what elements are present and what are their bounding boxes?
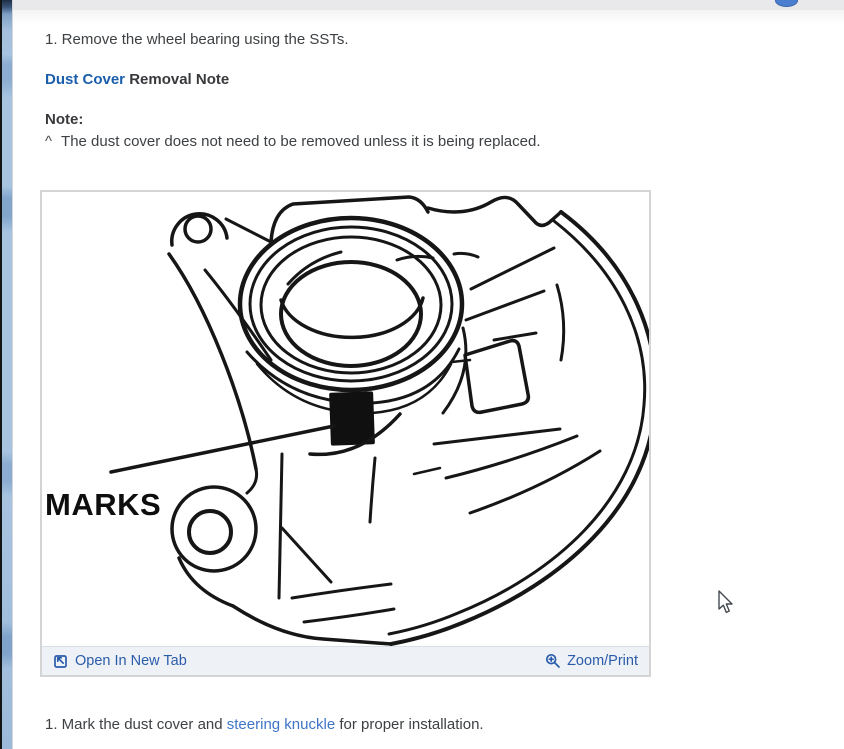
dust-cover-link[interactable]: Dust Cover	[45, 71, 125, 88]
zoom-print-label: Zoom/Print	[567, 652, 638, 669]
step-mark-text-before: 1. Mark the dust cover and	[45, 716, 227, 733]
content-left-divider	[12, 0, 13, 749]
step-remove-bearing: 1. Remove the wheel bearing using the SS…	[45, 31, 349, 48]
repair-manual-page: 1. Remove the wheel bearing using the SS…	[0, 0, 844, 749]
step-mark-text-after: for proper installation.	[335, 716, 484, 733]
section-heading: Dust Cover Removal Note	[45, 71, 805, 88]
magnifier-plus-icon	[546, 653, 560, 668]
figure-footer-bar: Open In New Tab Zoom/Print	[42, 646, 649, 675]
open-in-new-tab-button[interactable]: Open In New Tab	[53, 653, 187, 670]
steering-knuckle-link[interactable]: steering knuckle	[227, 716, 335, 733]
window-left-edge	[0, 0, 12, 749]
marks-leader-line	[109, 424, 336, 474]
note-label: Note:	[45, 111, 84, 128]
article-body: 1. Remove the wheel bearing using the SS…	[40, 0, 805, 733]
open-in-new-tab-icon	[54, 655, 67, 668]
open-in-new-tab-label: Open In New Tab	[75, 652, 187, 669]
note-text-line: ^ The dust cover does not need to be remo…	[45, 133, 805, 150]
mouse-cursor-arrow	[718, 590, 733, 614]
note-text: The dust cover does not need to be remov…	[61, 133, 541, 150]
section-heading-rest: Removal Note	[125, 71, 230, 88]
step-mark-dust-cover: 1. Mark the dust cover and steering knuc…	[45, 716, 805, 733]
marks-label: MARKS	[45, 487, 161, 522]
note-bullet-caret: ^	[45, 133, 53, 150]
alignment-mark	[329, 391, 375, 446]
zoom-print-button[interactable]: Zoom/Print	[545, 653, 638, 670]
figure-viewer: MARKS Open In New Tab Zoom/Print	[40, 190, 651, 677]
steering-knuckle-diagram: MARKS	[42, 192, 649, 646]
